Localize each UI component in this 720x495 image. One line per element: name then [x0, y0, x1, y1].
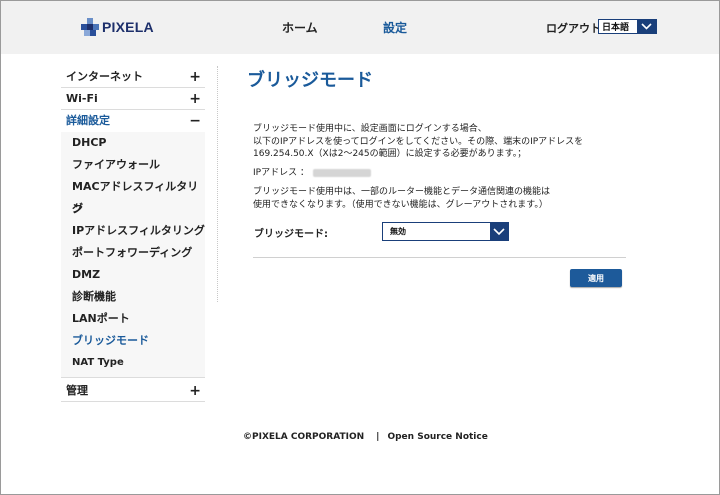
copyright-text: ©PIXELA CORPORATION — [243, 432, 365, 442]
nav-home[interactable]: ホーム — [282, 19, 318, 36]
submenu-ip-filtering[interactable]: IPアドレスフィルタリング — [72, 220, 205, 242]
sidebar-item-wifi[interactable]: Wi-Fi + — [61, 88, 205, 110]
open-source-notice-link[interactable]: Open Source Notice — [387, 432, 487, 442]
chevron-down-icon — [637, 20, 656, 33]
advanced-submenu: DHCP ファイアウォール MACアドレスフィルタリン グ IPアドレスフィルタ… — [61, 132, 205, 378]
chevron-down-icon — [490, 223, 508, 240]
top-header: PIXELA ホーム 設定 ログアウト 日本語 — [1, 1, 719, 54]
sidebar: インターネット + Wi-Fi + 詳細設定 − DHCP ファイアウォール M… — [61, 66, 205, 402]
submenu-diagnostics[interactable]: 診断機能 — [72, 286, 205, 308]
vertical-divider — [217, 66, 218, 302]
pixela-logo-icon — [81, 18, 99, 36]
ip-address-label: IPアドレス ： — [253, 168, 309, 178]
submenu-firewall[interactable]: ファイアウォール — [72, 154, 205, 176]
submenu-bridge-mode[interactable]: ブリッジモード — [72, 330, 205, 352]
footer-separator: | — [376, 432, 380, 442]
description-line: ブリッジモード使用中に、設定画面にログインする場合、 — [253, 124, 487, 134]
bridge-description: ブリッジモード使用中に、設定画面にログインする場合、 以下のIPアドレスを使って… — [253, 123, 593, 161]
language-value: 日本語 — [602, 23, 630, 33]
bridge-mode-label: ブリッジモード: — [254, 229, 328, 240]
sidebar-item-internet[interactable]: インターネット + — [61, 66, 205, 88]
ip-address-value-redacted — [312, 168, 371, 177]
logo-text: PIXELA — [102, 19, 154, 35]
sidebar-item-label: 詳細設定 — [66, 114, 110, 127]
bridge-mode-value: 無効 — [390, 227, 406, 236]
sidebar-item-admin[interactable]: 管理 + — [61, 380, 205, 402]
pixela-logo[interactable]: PIXELA — [80, 17, 154, 37]
bridge-warning: ブリッジモード使用中は、一部のルーター機能とデータ通信関連の機能は 使用できなく… — [253, 186, 593, 211]
ip-address-row: IPアドレス ： — [253, 167, 371, 180]
submenu-port-forwarding[interactable]: ポートフォワーディング — [72, 242, 205, 264]
language-select[interactable]: 日本語 — [598, 19, 657, 34]
sidebar-item-label: 管理 — [66, 384, 88, 397]
warning-line: ブリッジモード使用中は、一部のルーター機能とデータ通信関連の機能は — [253, 187, 551, 197]
submenu-mac-filtering-cont[interactable]: グ — [72, 198, 205, 220]
bridge-mode-select[interactable]: 無効 — [382, 222, 509, 241]
submenu-lan-port[interactable]: LANポート — [72, 308, 205, 330]
section-divider — [253, 257, 626, 258]
warning-line: 使用できなくなります。（使用できない機能は、グレーアウトされます。） — [253, 199, 548, 210]
expand-plus-icon[interactable]: + — [189, 88, 201, 110]
expand-plus-icon[interactable]: + — [189, 66, 201, 88]
sidebar-item-label: インターネット — [66, 70, 143, 83]
collapse-minus-icon[interactable]: − — [189, 110, 201, 132]
nav-settings[interactable]: 設定 — [383, 19, 407, 36]
logout-link[interactable]: ログアウト — [546, 20, 601, 36]
description-line: 169.254.50.X（Xは2～245の範囲）に設定する必要があります。； — [253, 149, 527, 159]
footer: ©PIXELA CORPORATION | Open Source Notice — [243, 432, 492, 442]
page-title: ブリッジモード — [247, 70, 373, 91]
sidebar-item-advanced[interactable]: 詳細設定 − — [61, 110, 205, 132]
sidebar-item-label: Wi-Fi — [66, 92, 98, 105]
expand-plus-icon[interactable]: + — [189, 380, 201, 402]
description-line: 以下のIPアドレスを使ってログインをしてください。その際、端末のIPアドレスを — [253, 136, 584, 147]
submenu-nat-type[interactable]: NAT Type — [72, 352, 205, 374]
submenu-dmz[interactable]: DMZ — [72, 264, 205, 286]
apply-button[interactable]: 適用 — [570, 269, 622, 287]
submenu-dhcp[interactable]: DHCP — [72, 132, 205, 154]
submenu-mac-filtering[interactable]: MACアドレスフィルタリン — [72, 176, 205, 215]
